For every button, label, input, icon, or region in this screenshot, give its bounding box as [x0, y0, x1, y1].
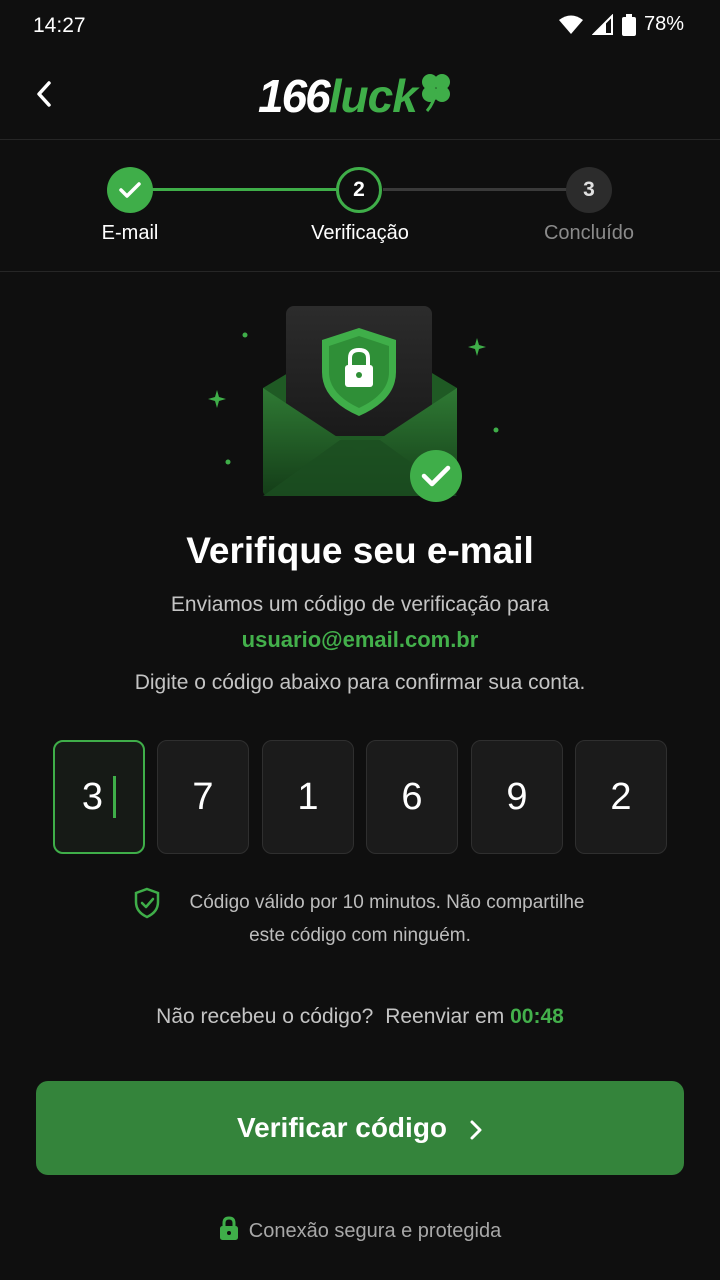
- code-input-row: 3 7 1 6 9 2: [53, 740, 667, 854]
- signal-icon: [591, 13, 613, 35]
- email-address: usuario@email.com.br: [241, 627, 479, 652]
- secure-text: Conexão segura e protegida: [248, 1220, 502, 1242]
- resend-question: Não recebeu o código?: [156, 1005, 374, 1028]
- email-shield-illustration: [208, 306, 499, 502]
- secure-connection-note: Conexão segura e protegida: [0, 1216, 720, 1243]
- text-caret: [113, 776, 117, 818]
- battery-icon: [621, 13, 636, 36]
- step-3-label: Concluído: [543, 222, 635, 244]
- page-title: Verifique seu e-mail: [186, 530, 534, 571]
- check-icon: [119, 182, 141, 198]
- step-3-circle: 3: [566, 167, 612, 213]
- subtitle-line-1: Enviamos um código de verificação para: [170, 593, 550, 616]
- header: 166 luck: [0, 52, 720, 140]
- step-2-circle: 2: [336, 167, 382, 213]
- verify-button-label: Verificar código: [236, 1112, 448, 1143]
- validity-note: Código válido por 10 minutos. Não compar…: [0, 886, 720, 952]
- step-1-label: E-mail: [101, 222, 159, 244]
- resend-link[interactable]: Reenviar em: [385, 1005, 504, 1028]
- status-time: 14:27: [33, 14, 86, 37]
- logo-word: luck: [328, 70, 418, 122]
- status-bar: 14:27 78%: [0, 0, 720, 52]
- status-icons: 78%: [558, 13, 684, 36]
- battery-percent: 78%: [643, 13, 684, 35]
- back-button[interactable]: [22, 72, 66, 116]
- subtitle-line-2: Digite o código abaixo para confirmar su…: [134, 671, 586, 694]
- clover-icon: [421, 74, 450, 112]
- validity-line-2: este código com ninguém.: [249, 925, 471, 946]
- logo: 166 luck: [258, 68, 453, 124]
- logo-number: 166: [258, 70, 331, 122]
- step-line-done: [152, 188, 336, 191]
- code-digit-4[interactable]: 6: [366, 740, 458, 854]
- stepper: E-mail 2 Verificação 3 Concluído: [0, 141, 720, 272]
- step-line-pending: [383, 188, 567, 191]
- code-digit-2[interactable]: 7: [157, 740, 249, 854]
- verify-code-button[interactable]: Verificar código: [36, 1081, 684, 1175]
- lock-icon: [219, 1216, 238, 1240]
- resend-timer: 00:48: [510, 1005, 564, 1028]
- code-digit-6[interactable]: 2: [575, 740, 667, 854]
- chevron-left-icon: [37, 81, 51, 107]
- resend-row: Não recebeu o código? Reenviar em 00:48: [0, 1005, 720, 1029]
- wifi-icon: [558, 15, 583, 34]
- chevron-right-icon: [470, 1120, 482, 1139]
- code-digit-5[interactable]: 9: [471, 740, 563, 854]
- code-digit-1-value: 3: [81, 775, 104, 818]
- code-digit-1[interactable]: 3: [53, 740, 145, 854]
- step-1-circle: [107, 167, 153, 213]
- code-digit-3[interactable]: 1: [262, 740, 354, 854]
- step-2-label: Verificação: [311, 222, 409, 244]
- validity-line-1: Código válido por 10 minutos. Não compar…: [189, 892, 585, 913]
